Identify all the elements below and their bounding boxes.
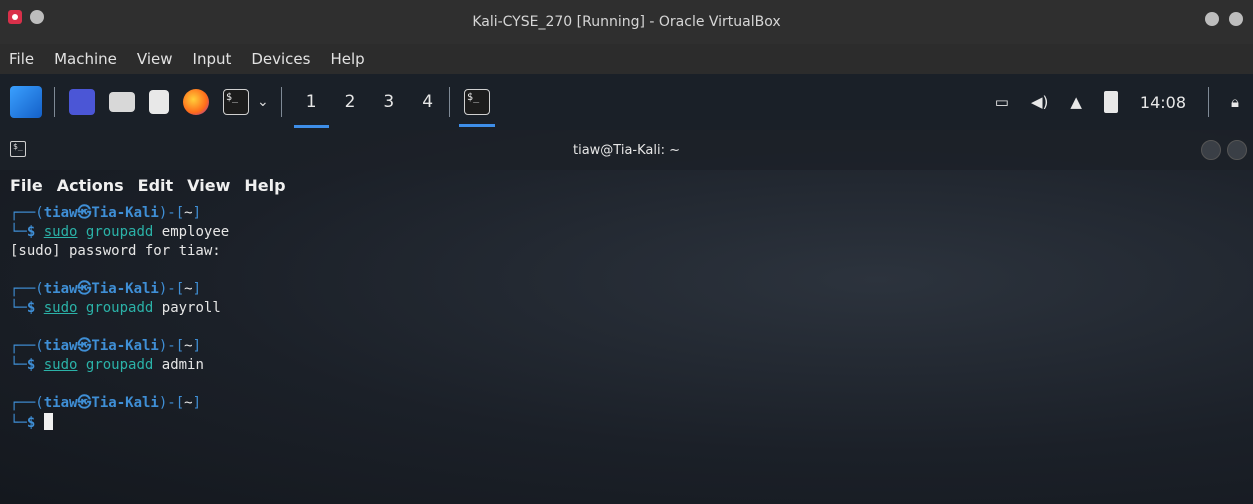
close-button[interactable] <box>1229 12 1243 26</box>
menu-help[interactable]: Help <box>330 50 364 68</box>
terminal-title-bar[interactable]: $_ tiaw@Tia-Kali: ~ <box>0 130 1253 170</box>
command-output: [sudo] password for tiaw: <box>10 243 221 259</box>
minimize-button[interactable] <box>1205 12 1219 26</box>
tray-separator <box>1208 87 1210 117</box>
command-line: └─$ sudo groupadd employee <box>10 224 230 240</box>
menu-file[interactable]: File <box>9 50 34 68</box>
workspace-3[interactable]: 3 <box>379 92 398 112</box>
menu-machine[interactable]: Machine <box>54 50 117 68</box>
terminal-minimize-button[interactable] <box>1201 140 1221 160</box>
panel-separator <box>54 87 55 117</box>
terminal-menu-edit[interactable]: Edit <box>138 176 174 195</box>
clock[interactable]: 14:08 <box>1140 93 1186 112</box>
prompt-line: ┌──(tiaw㉿Tia-Kali)-[~] <box>10 281 202 297</box>
display-icon[interactable]: ▭ <box>995 93 1009 111</box>
terminal-menu-actions[interactable]: Actions <box>57 176 124 195</box>
terminal-task-icon[interactable]: $_ <box>459 89 496 127</box>
terminal-menu-bar: File Actions Edit View Help <box>0 170 1253 200</box>
firefox-icon[interactable] <box>183 89 209 115</box>
workspace-4[interactable]: 4 <box>418 92 437 112</box>
volume-icon[interactable]: ◀) <box>1031 93 1048 111</box>
virtualbox-logo-icon <box>8 10 22 24</box>
window-title: Kali-CYSE_270 [Running] - Oracle Virtual… <box>472 14 781 30</box>
kali-top-panel: $_ ⌄ 1 2 3 4 $_ ▭ ◀) ▲ 14:08 🔒︎ <box>0 74 1253 130</box>
prompt-line: ┌──(tiaw㉿Tia-Kali)-[~] <box>10 338 202 354</box>
kali-dragon-icon[interactable] <box>10 86 42 118</box>
menu-devices[interactable]: Devices <box>251 50 310 68</box>
file-manager-icon[interactable] <box>109 92 135 112</box>
command-line: └─$ sudo groupadd payroll <box>10 300 221 316</box>
prompt-line: ┌──(tiaw㉿Tia-Kali)-[~] <box>10 205 202 221</box>
menu-view[interactable]: View <box>137 50 173 68</box>
menu-input[interactable]: Input <box>193 50 232 68</box>
current-command-line[interactable]: └─$ <box>10 413 1253 432</box>
terminal-output[interactable]: ┌──(tiaw㉿Tia-Kali)-[~] └─$ sudo groupadd… <box>0 200 1253 432</box>
terminal-icon[interactable]: $_ <box>223 89 249 115</box>
bell-icon[interactable]: ▲ <box>1070 93 1082 111</box>
workspace-square-icon[interactable] <box>69 89 95 115</box>
virtualbox-title-bar[interactable]: Kali-CYSE_270 [Running] - Oracle Virtual… <box>0 0 1253 44</box>
text-cursor <box>43 413 53 430</box>
terminal-menu-view[interactable]: View <box>187 176 230 195</box>
battery-icon[interactable] <box>1103 91 1118 113</box>
chevron-down-icon[interactable]: ⌄ <box>257 94 269 110</box>
terminal-window: $_ tiaw@Tia-Kali: ~ File Actions Edit Vi… <box>0 130 1253 504</box>
terminal-close-button[interactable] <box>1227 140 1247 160</box>
workspace-1[interactable]: 1 <box>293 92 329 128</box>
terminal-title: tiaw@Tia-Kali: ~ <box>572 142 680 158</box>
workspace-2[interactable]: 2 <box>341 92 360 112</box>
command-line: └─$ sudo groupadd admin <box>10 357 204 373</box>
terminal-menu-help[interactable]: Help <box>244 176 285 195</box>
panel-separator <box>280 87 282 117</box>
system-tray: ▭ ◀) ▲ 14:08 🔒︎ <box>995 74 1253 130</box>
lock-icon[interactable]: 🔒︎ <box>1231 93 1239 111</box>
panel-separator <box>449 87 451 117</box>
prompt-line: ┌──(tiaw㉿Tia-Kali)-[~] <box>10 395 202 411</box>
terminal-menu-file[interactable]: File <box>10 176 43 195</box>
virtualbox-menu-bar: File Machine View Input Devices Help <box>0 44 1253 74</box>
window-menu-dot-icon[interactable] <box>30 10 44 24</box>
terminal-window-icon: $_ <box>10 141 26 157</box>
text-editor-icon[interactable] <box>149 90 169 114</box>
